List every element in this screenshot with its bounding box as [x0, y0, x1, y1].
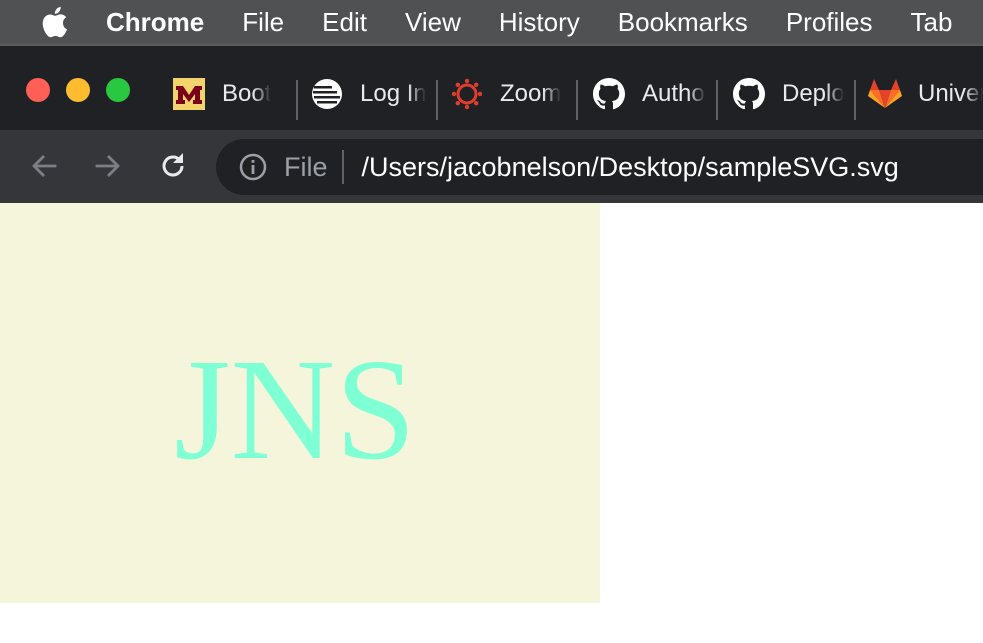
tab-separator — [296, 80, 298, 120]
tab-label: Authorize — [642, 80, 706, 108]
tab-strip: Boot Log In Zoom Autho Deplo Unive — [0, 46, 983, 130]
apple-icon[interactable] — [40, 5, 68, 39]
scheme-label: File — [284, 151, 328, 182]
back-button[interactable] — [26, 148, 62, 184]
svg-text-jns: JNS — [174, 330, 416, 490]
github-icon — [732, 77, 766, 111]
menu-profiles[interactable]: Profiles — [786, 7, 873, 38]
menu-bookmarks[interactable]: Bookmarks — [618, 7, 748, 38]
close-window-button[interactable] — [26, 78, 50, 102]
menu-view[interactable]: View — [405, 7, 461, 38]
url-text[interactable]: /Users/jacobnelson/Desktop/sampleSVG.svg — [362, 152, 899, 183]
tab-label: University — [918, 80, 983, 108]
tab-university[interactable]: University — [868, 72, 983, 116]
menu-tab[interactable]: Tab — [911, 7, 953, 38]
minimize-window-button[interactable] — [66, 78, 90, 102]
menu-app-chrome[interactable]: Chrome — [106, 7, 204, 38]
page-content: JNS — [0, 203, 983, 643]
tab-separator — [576, 80, 578, 120]
tab-boot[interactable]: Boot — [172, 72, 288, 116]
tab-label: Log In — [360, 80, 426, 108]
tab-separator — [436, 80, 438, 120]
info-icon[interactable] — [238, 152, 268, 182]
menu-history[interactable]: History — [499, 7, 580, 38]
tab-separator — [716, 80, 718, 120]
tab-separator — [854, 80, 856, 120]
tab-log-in[interactable]: Log In — [310, 72, 426, 116]
tab-authorize[interactable]: Authorize — [592, 72, 706, 116]
address-divider — [341, 150, 344, 184]
tab-label: Zoom — [500, 80, 562, 108]
forward-button[interactable] — [90, 148, 126, 184]
gitlab-icon — [868, 77, 902, 111]
browser-window: Boot Log In Zoom Autho Deplo Unive File … — [0, 44, 983, 203]
address-bar[interactable]: File /Users/jacobnelson/Desktop/sampleSV… — [216, 139, 983, 195]
menu-edit[interactable]: Edit — [322, 7, 367, 38]
tab-deploy[interactable]: Deploy — [732, 72, 844, 116]
browser-toolbar: File /Users/jacobnelson/Desktop/sampleSV… — [0, 130, 983, 203]
tab-zoom[interactable]: Zoom — [450, 72, 566, 116]
lines-logo-icon — [310, 77, 344, 111]
menu-file[interactable]: File — [242, 7, 284, 38]
back-arrow-icon — [32, 155, 57, 177]
macos-menu-bar: Chrome File Edit View History Bookmarks … — [0, 0, 983, 44]
umn-m-icon — [172, 77, 206, 111]
svg-document: JNS — [0, 203, 600, 603]
github-icon — [592, 77, 626, 111]
tab-label: Boot — [222, 80, 272, 108]
canvas-icon — [450, 77, 484, 111]
tab-label: Deploy — [782, 80, 844, 108]
forward-arrow-icon — [95, 155, 120, 177]
zoom-window-button[interactable] — [106, 78, 130, 102]
reload-button[interactable] — [155, 148, 191, 184]
reload-icon — [162, 153, 184, 177]
